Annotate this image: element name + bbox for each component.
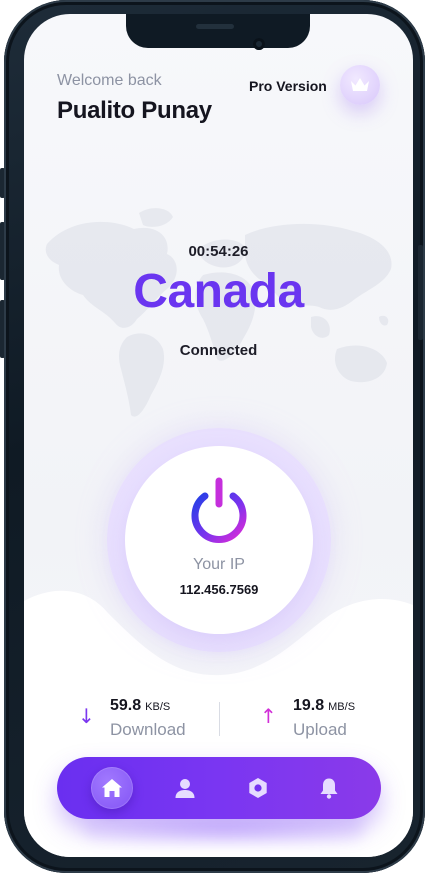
ip-address: 112.456.7569 <box>179 582 259 597</box>
upload-speed: 19.8 MB/S <box>293 697 355 715</box>
stats-divider <box>219 702 220 736</box>
connection-status: Connected <box>179 342 258 359</box>
ip-label: Your IP <box>193 556 245 573</box>
nav-item-notifications[interactable] <box>308 767 350 809</box>
download-label: Download <box>110 720 186 739</box>
connection-timer: 00:54:26 <box>188 243 249 260</box>
power-side-button <box>418 245 423 340</box>
download-speed-value: 59.8 <box>110 697 142 714</box>
bottom-nav-bar <box>57 757 381 819</box>
nav-item-settings[interactable] <box>237 767 279 809</box>
nav-item-home[interactable] <box>91 767 133 809</box>
front-camera <box>253 38 265 50</box>
pro-version-button[interactable] <box>340 65 380 105</box>
phone-notch <box>126 14 310 48</box>
arrow-down-icon: ↓ <box>78 704 95 728</box>
pro-version-label[interactable]: Pro Version <box>249 78 327 94</box>
user-name: Pualito Punay <box>57 97 212 124</box>
phone-frame: Welcome back Pualito Punay Pro Version 0… <box>4 0 425 873</box>
arrow-up-icon: ↑ <box>260 704 277 728</box>
upload-label: Upload <box>293 720 347 739</box>
download-speed-unit: KB/S <box>145 701 171 713</box>
settings-icon <box>249 778 267 798</box>
crown-icon <box>351 78 369 91</box>
home-icon <box>102 779 122 797</box>
user-icon <box>175 779 195 798</box>
app-screen: Welcome back Pualito Punay Pro Version 0… <box>24 14 413 857</box>
upload-speed-value: 19.8 <box>293 697 325 714</box>
download-speed: 59.8 KB/S <box>110 697 170 715</box>
nav-item-profile[interactable] <box>164 767 206 809</box>
bell-icon <box>320 778 338 799</box>
welcome-text: Welcome back <box>57 72 162 89</box>
upload-speed-unit: MB/S <box>328 701 356 713</box>
server-country: Canada <box>133 265 304 318</box>
power-icon[interactable] <box>186 476 252 548</box>
